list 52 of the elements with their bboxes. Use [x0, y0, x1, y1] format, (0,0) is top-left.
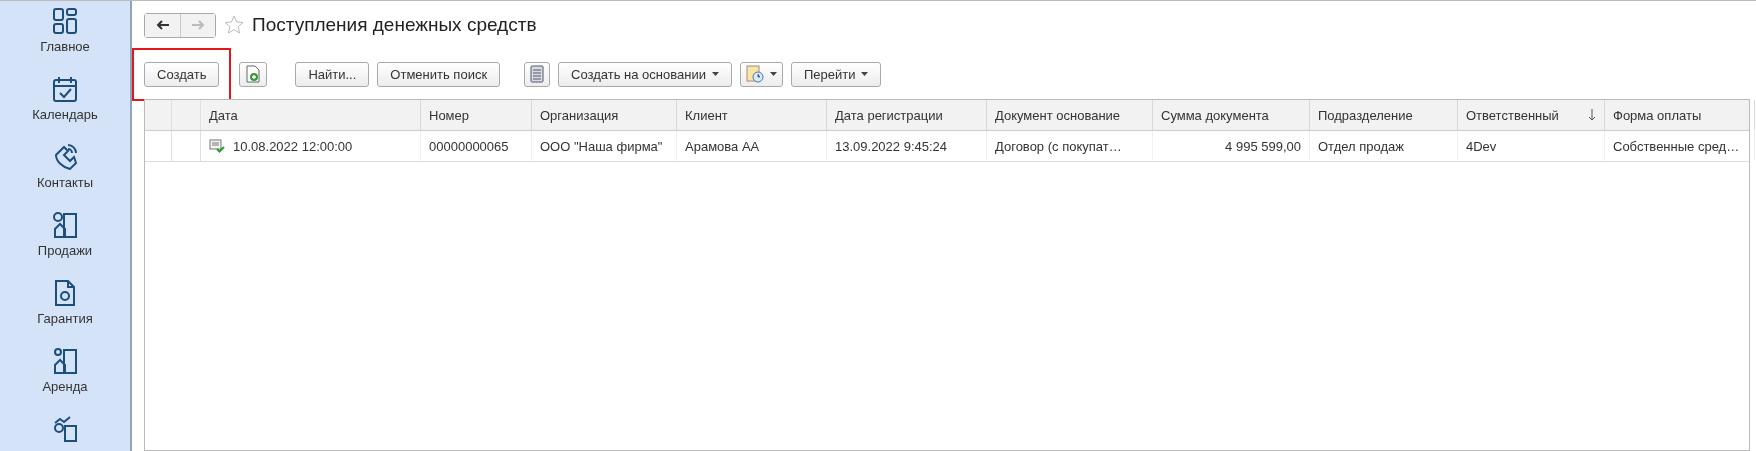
- table-cell: Договор (с покупат…: [987, 131, 1153, 161]
- report-icon: [745, 65, 764, 83]
- building-icon: [52, 211, 78, 239]
- report-dropdown-button[interactable]: [739, 61, 783, 87]
- list-icon: [530, 65, 545, 83]
- caret-icon: [861, 72, 869, 76]
- column-header[interactable]: Номер: [421, 100, 532, 130]
- column-header[interactable]: Форма оплаты: [1605, 100, 1755, 130]
- dropdown-button[interactable]: Перейти: [790, 61, 882, 87]
- add-document-icon: [245, 65, 262, 83]
- star-icon[interactable]: [224, 15, 244, 35]
- building-icon: [52, 347, 78, 375]
- sidebar-item[interactable]: Гарантия: [0, 279, 130, 347]
- toolbar-button[interactable]: Отменить поиск: [377, 61, 501, 87]
- table-cell: 10.08.2022 12:00:00: [233, 138, 353, 154]
- column-header[interactable]: Ответственный: [1458, 100, 1605, 130]
- table-cell: 4Dev: [1458, 131, 1605, 161]
- icon-button[interactable]: [524, 61, 551, 87]
- arrow-right-icon: [191, 20, 205, 30]
- sidebar-item[interactable]: Аренда: [0, 347, 130, 415]
- document-icon: [52, 279, 78, 307]
- column-header[interactable]: Дата регистрации: [827, 100, 987, 130]
- table-cell: Арамова АА: [677, 131, 827, 161]
- sort-arrow-icon: [1588, 109, 1596, 121]
- column-header[interactable]: Клиент: [677, 100, 827, 130]
- table-cell: Отдел продаж: [1310, 131, 1458, 161]
- table-cell: 4 995 599,00: [1153, 131, 1310, 161]
- sidebar-item[interactable]: Контакты: [0, 143, 130, 211]
- create-button[interactable]: Создать: [144, 61, 220, 87]
- column-header[interactable]: Документ основание: [987, 100, 1153, 130]
- dropdown-button[interactable]: Создать на основании: [558, 61, 732, 87]
- toolbar-button[interactable]: Найти...: [295, 61, 370, 87]
- caret-icon: [769, 72, 777, 76]
- sidebar-item[interactable]: Главное: [0, 7, 130, 75]
- table-cell: 00000000065: [421, 131, 532, 161]
- calendar-icon: [52, 75, 78, 103]
- sidebar-item[interactable]: Календарь: [0, 75, 130, 143]
- dashboard-icon: [52, 7, 78, 35]
- page-title: Поступления денежных средств: [252, 14, 537, 36]
- table-cell: ООО "Наша фирма": [532, 131, 677, 161]
- column-header[interactable]: Организация: [532, 100, 677, 130]
- caret-icon: [711, 72, 719, 76]
- phone-icon: [52, 143, 78, 171]
- column-header[interactable]: Дата: [201, 100, 421, 130]
- back-button[interactable]: [145, 13, 180, 37]
- icon-button[interactable]: [239, 61, 268, 87]
- column-header[interactable]: Подразделение: [1310, 100, 1458, 130]
- table-cell: Собственные сред…: [1605, 131, 1755, 161]
- sidebar-item[interactable]: Продажи: [0, 211, 130, 279]
- table-cell: 13.09.2022 9:45:24: [827, 131, 987, 161]
- arrow-left-icon: [155, 20, 170, 30]
- column-header[interactable]: Сумма документа: [1153, 100, 1310, 130]
